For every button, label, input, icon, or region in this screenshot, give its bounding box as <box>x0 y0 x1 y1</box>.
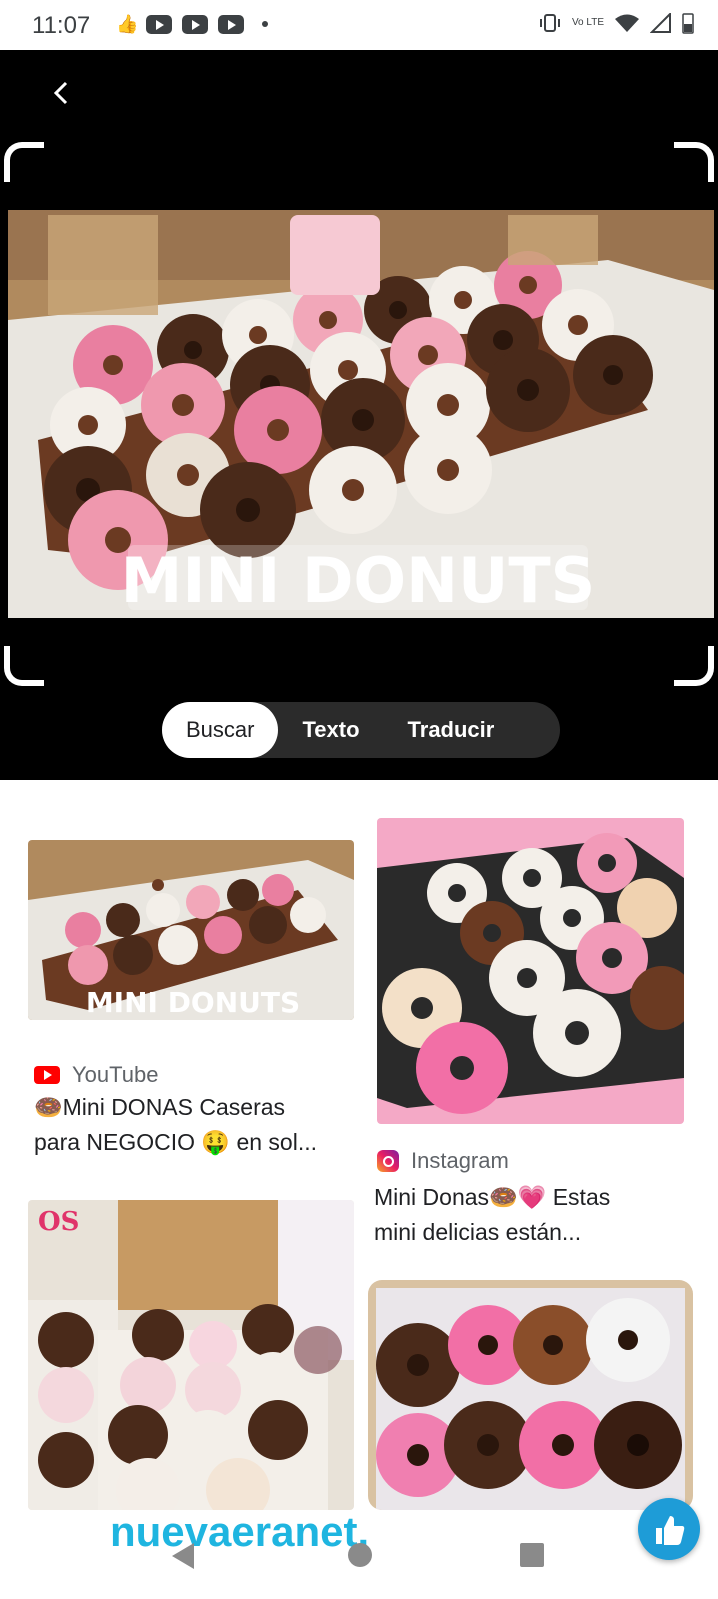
result-title-line[interactable]: Mini Donas🍩💗 Estas <box>374 1180 610 1215</box>
chevron-left-icon[interactable] <box>48 80 74 106</box>
thumbs-up-notification-icon: 👍 <box>116 14 139 34</box>
result-title-line[interactable]: 🍩Mini DONAS Caseras <box>34 1090 285 1125</box>
cellular-signal-icon <box>650 13 671 33</box>
nav-recents-icon[interactable] <box>520 1543 544 1567</box>
search-image: MINI DONUTS <box>8 210 714 618</box>
result-thumbnail[interactable] <box>368 1280 693 1510</box>
youtube-notification-icon <box>182 14 208 34</box>
youtube-icon <box>34 1066 60 1084</box>
battery-icon <box>682 13 694 34</box>
wifi-icon <box>615 14 639 32</box>
result-source-label: YouTube <box>72 1062 159 1087</box>
thumbs-up-icon[interactable] <box>638 1498 700 1560</box>
instagram-icon <box>377 1150 399 1172</box>
image-overlay-text: MINI DONUTS <box>121 544 596 617</box>
tab-buscar[interactable]: Buscar <box>162 702 279 758</box>
crop-corner-bottom-left[interactable] <box>4 646 44 686</box>
volte-indicator: Vo LTE <box>571 17 604 28</box>
system-icons: Vo LTE <box>538 12 694 34</box>
status-time: 11:07 <box>32 12 91 39</box>
nav-back-icon[interactable] <box>172 1543 194 1569</box>
notification-icons: 👍 <box>116 14 268 34</box>
tab-texto[interactable]: Texto <box>278 702 383 758</box>
status-bar: 11:07 👍 Vo LTE <box>0 0 718 50</box>
nav-home-icon[interactable] <box>348 1543 372 1567</box>
result-thumbnail-youtube[interactable]: MINI DONUTS <box>28 840 354 1020</box>
youtube-notification-icon <box>146 14 172 34</box>
system-navigation-bar <box>0 1505 718 1599</box>
crop-corner-bottom-right[interactable] <box>674 646 714 686</box>
result-source-youtube: YouTube <box>34 1062 158 1088</box>
image-viewer: MINI DONUTS Buscar Texto Traducir <box>0 50 718 780</box>
more-notifications-icon <box>262 21 268 27</box>
result-thumbnail[interactable]: OS <box>28 1200 354 1510</box>
result-source-label: Instagram <box>411 1148 509 1173</box>
crop-corner-top-left[interactable] <box>4 142 44 182</box>
result-thumbnail-text: MINI DONUTS <box>86 986 300 1019</box>
youtube-notification-icon <box>218 14 244 34</box>
lens-mode-tabs: Buscar Texto Traducir <box>162 702 560 758</box>
result-title-line[interactable]: para NEGOCIO 🤑 en sol... <box>34 1125 317 1160</box>
crop-corner-top-right[interactable] <box>674 142 714 182</box>
result-title-line[interactable]: mini delicias están... <box>374 1215 581 1250</box>
result-source-instagram: Instagram <box>377 1148 509 1174</box>
svg-text:OS: OS <box>38 1207 79 1237</box>
tab-traducir[interactable]: Traducir <box>384 702 519 758</box>
vibrate-icon <box>539 14 560 32</box>
result-thumbnail-instagram[interactable] <box>377 818 684 1124</box>
